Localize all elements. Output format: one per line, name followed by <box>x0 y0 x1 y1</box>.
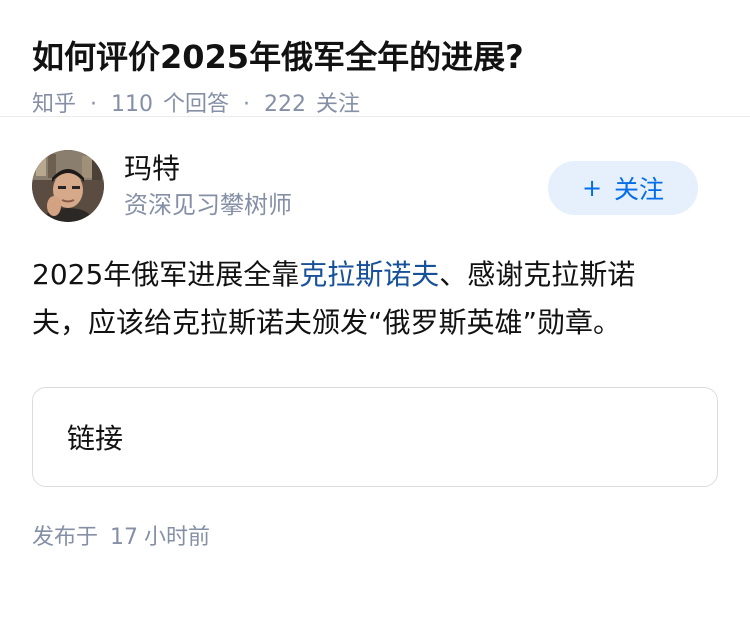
author-name[interactable]: 玛特 <box>124 151 548 187</box>
question-header: 如何评价2025年俄军全年的进展? 知乎 · 110 个回答 · 222 关注 <box>0 0 750 117</box>
user-avatar-icon <box>32 150 104 222</box>
source-label[interactable]: 知乎 <box>32 90 76 120</box>
answer-text-part1: 2025年俄军进展全靠 <box>32 258 300 291</box>
link-card[interactable]: 链接 <box>32 387 718 487</box>
author-row: 玛特 资深见习攀树师 + 关注 <box>32 149 718 223</box>
answer-content: 2025年俄军进展全靠克拉斯诺夫、感谢克拉斯诺夫，应该给克拉斯诺夫颁发“俄罗斯英… <box>32 251 682 347</box>
question-meta: 知乎 · 110 个回答 · 222 关注 <box>32 90 718 120</box>
plus-icon: + <box>581 174 603 202</box>
author-bio: 资深见习攀树师 <box>124 191 292 219</box>
meta-separator: · <box>90 92 98 117</box>
answer-count[interactable]: 110 个回答 <box>111 90 229 120</box>
answer-card: 玛特 资深见习攀树师 + 关注 2025年俄军进展全靠克拉斯诺夫、感谢克拉斯诺夫… <box>0 117 750 553</box>
follower-count-label: 关注 <box>316 92 361 117</box>
follower-count[interactable]: 222 关注 <box>264 90 360 120</box>
answer-inline-link[interactable]: 克拉斯诺夫 <box>299 258 439 291</box>
follow-button[interactable]: + 关注 <box>548 161 698 215</box>
answer-count-number: 110 <box>111 92 154 117</box>
publish-number: 17 <box>110 525 139 550</box>
answer-count-label: 个回答 <box>163 92 230 117</box>
link-card-label: 链接 <box>67 422 124 455</box>
avatar[interactable] <box>32 150 104 222</box>
publish-prefix: 发布于 <box>32 525 99 550</box>
publish-time: 发布于 17 小时前 <box>32 523 718 553</box>
author-info: 玛特 资深见习攀树师 <box>124 151 548 221</box>
meta-separator: · <box>243 92 251 117</box>
question-title[interactable]: 如何评价2025年俄军全年的进展? <box>32 34 718 80</box>
follower-count-number: 222 <box>264 92 307 117</box>
publish-unit: 小时前 <box>144 525 211 550</box>
follow-button-label: 关注 <box>614 175 665 204</box>
